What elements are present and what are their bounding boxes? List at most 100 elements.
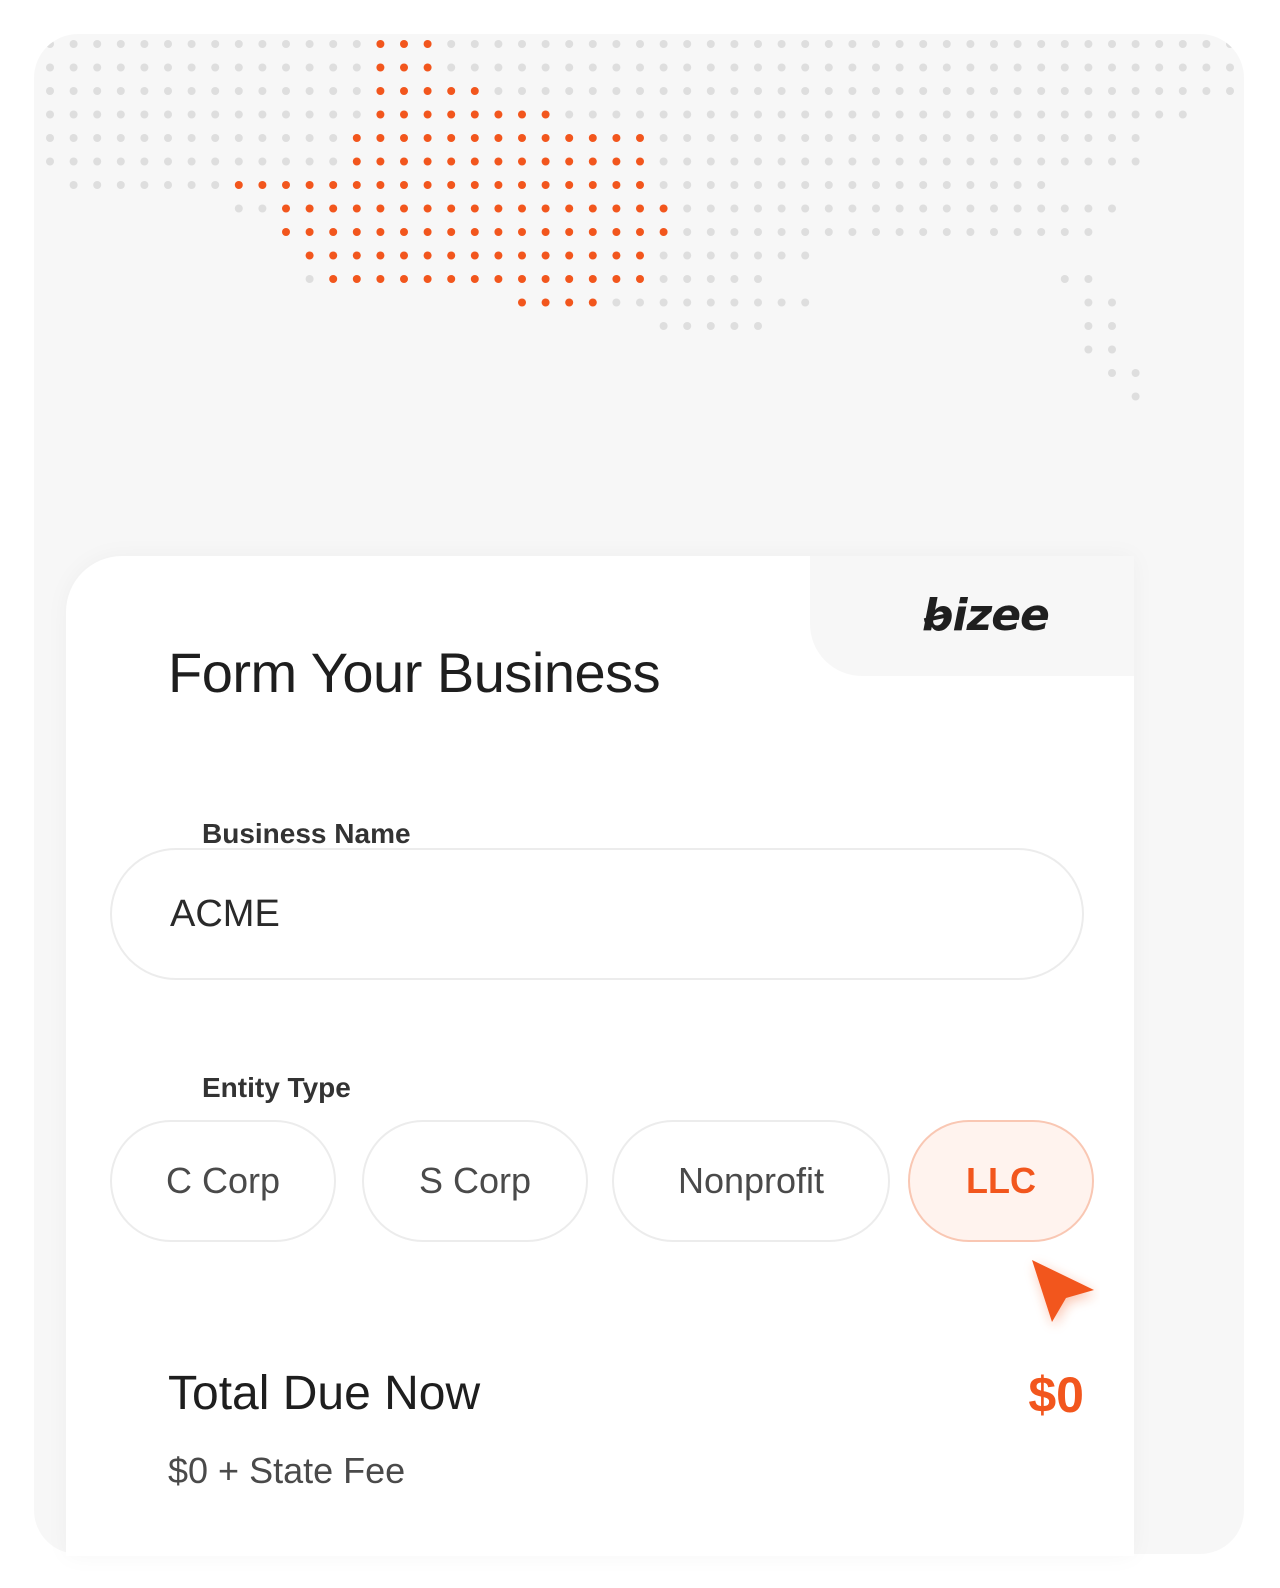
map-dot [801, 87, 810, 95]
map-dot [1155, 110, 1164, 119]
map-dot [848, 40, 857, 48]
map-dot [187, 181, 196, 189]
map-dot [234, 204, 243, 213]
map-dot-highlight [659, 204, 668, 213]
map-dot [612, 63, 621, 72]
map-dot [93, 181, 102, 189]
map-dot [919, 110, 928, 119]
map-dot [1060, 228, 1069, 236]
map-dot [966, 87, 975, 95]
map-dot-highlight [636, 204, 644, 213]
map-dot [211, 40, 220, 48]
map-dot [1202, 40, 1211, 48]
map-dot-highlight [494, 157, 503, 166]
map-dot [588, 110, 597, 119]
map-dot-highlight [423, 157, 432, 166]
map-dot [46, 40, 54, 48]
map-dot-highlight [352, 157, 361, 166]
map-dot [565, 110, 574, 119]
map-dot [541, 40, 550, 48]
map-dot-highlight [329, 228, 338, 236]
map-dot [942, 157, 951, 166]
map-dot [1084, 275, 1093, 283]
map-dot [824, 87, 833, 95]
map-dot [824, 134, 833, 142]
map-dot [1155, 87, 1164, 95]
map-dot [990, 40, 998, 48]
map-dot [470, 40, 479, 48]
map-dot-highlight [494, 228, 503, 236]
map-dot-highlight [400, 251, 408, 260]
map-dot [612, 110, 621, 119]
map-dot [895, 134, 904, 142]
map-dot [258, 204, 267, 213]
map-dot [116, 134, 125, 142]
map-dot [636, 40, 644, 48]
entity-option-nonprofit[interactable]: Nonprofit [612, 1120, 890, 1242]
map-dot-highlight [282, 204, 290, 213]
map-dot [93, 63, 102, 72]
map-dot [872, 63, 880, 72]
map-dot [895, 181, 904, 189]
map-dot [659, 298, 668, 307]
map-dot [872, 181, 880, 189]
map-dot-highlight [518, 157, 526, 166]
map-dot [565, 63, 574, 72]
map-dot-highlight [636, 181, 644, 189]
entity-option-c-corp[interactable]: C Corp [110, 1120, 336, 1242]
map-dot [46, 110, 54, 119]
map-dot [93, 110, 102, 119]
map-dot [234, 110, 243, 119]
map-dot [942, 87, 951, 95]
map-dot [754, 228, 762, 236]
map-dot-highlight [518, 298, 526, 307]
map-dot [754, 40, 762, 48]
map-dot [140, 110, 149, 119]
map-dot [282, 40, 290, 48]
map-dot [1084, 298, 1093, 307]
map-dot [683, 63, 692, 72]
map-dot-highlight [376, 87, 385, 95]
map-dot [706, 40, 715, 48]
map-dot-highlight [565, 298, 574, 307]
map-dot-highlight [423, 63, 432, 72]
map-dot [1060, 134, 1069, 142]
map-dot [305, 63, 314, 72]
map-dot [1084, 345, 1093, 354]
map-dot [1108, 157, 1116, 166]
map-dot-highlight [352, 181, 361, 189]
map-dot [140, 40, 149, 48]
map-dot [211, 157, 220, 166]
map-dot [164, 157, 172, 166]
entity-option-s-corp[interactable]: S Corp [362, 1120, 588, 1242]
map-dot [848, 63, 857, 72]
map-dot [258, 40, 267, 48]
map-dot [211, 110, 220, 119]
map-dot-highlight [400, 157, 408, 166]
entity-type-label: Entity Type [202, 1072, 351, 1103]
map-dot [234, 157, 243, 166]
map-dot [1060, 110, 1069, 119]
map-dot [659, 110, 668, 119]
map-dot [329, 157, 338, 166]
map-dot-highlight [352, 134, 361, 142]
map-dot [470, 63, 479, 72]
map-dot-highlight [423, 181, 432, 189]
map-dot [824, 181, 833, 189]
map-dot [706, 134, 715, 142]
map-dot [1037, 110, 1046, 119]
map-dot [1178, 110, 1187, 119]
map-dot [754, 322, 762, 330]
map-dot [140, 157, 149, 166]
map-dot-highlight [400, 204, 408, 213]
map-dot-highlight [541, 204, 550, 213]
map-dot [754, 87, 762, 95]
map-dot [919, 157, 928, 166]
map-dot [69, 134, 78, 142]
business-name-input[interactable] [110, 848, 1084, 980]
map-dot-highlight [541, 228, 550, 236]
map-dot [140, 87, 149, 95]
map-dot-highlight [494, 181, 503, 189]
map-dot-highlight [494, 134, 503, 142]
map-dot [777, 87, 786, 95]
